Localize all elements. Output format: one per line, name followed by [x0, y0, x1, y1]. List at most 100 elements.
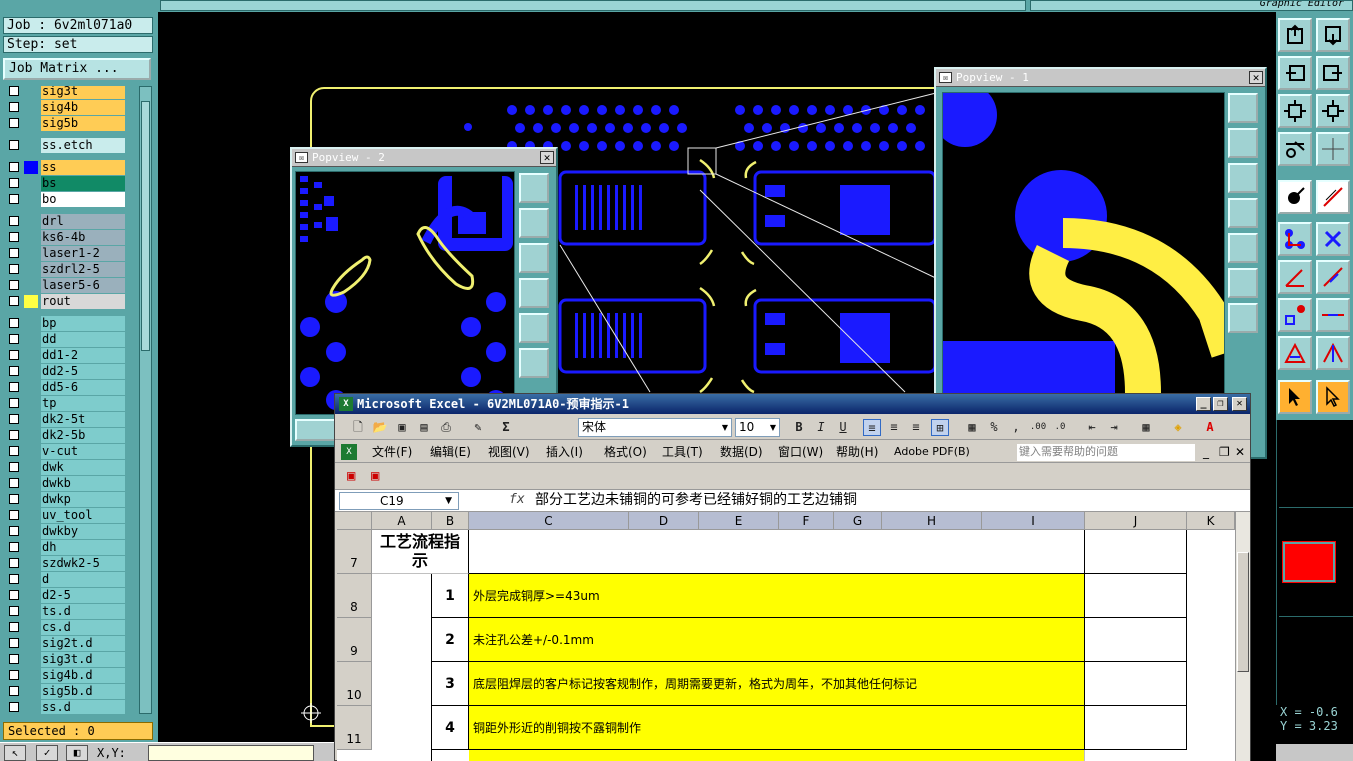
cell-j[interactable]: [1085, 706, 1187, 750]
popview-up-icon[interactable]: [1228, 128, 1258, 158]
add-line-icon[interactable]: [1316, 180, 1350, 214]
popview-fit-icon[interactable]: [519, 348, 549, 378]
convert-pdf-icon[interactable]: ▣: [347, 468, 363, 486]
popview-zoom-icon[interactable]: [519, 173, 549, 203]
popview-home-icon[interactable]: [1228, 303, 1258, 333]
add-feature-icon[interactable]: [1278, 180, 1312, 214]
column-header[interactable]: D: [629, 512, 699, 530]
connect-icon[interactable]: [1278, 222, 1312, 256]
column-header[interactable]: B: [432, 512, 469, 530]
currency-icon[interactable]: ▦: [963, 419, 981, 436]
overview-viewport[interactable]: [1282, 541, 1336, 583]
help-search-input[interactable]: 键入需要帮助的问题: [1017, 444, 1195, 461]
align-center-icon[interactable]: ≡: [885, 419, 903, 436]
convert-pdf-email-icon[interactable]: ▣: [371, 468, 387, 486]
select-arrow-icon[interactable]: [1278, 380, 1312, 414]
close-button[interactable]: ✕: [1232, 397, 1247, 411]
popview-down-icon[interactable]: [1228, 163, 1258, 193]
doc-restore-button[interactable]: ❐: [1219, 444, 1230, 460]
instruction-cell[interactable]: 底层阻焊层的客户标记按客规制作，周期需要更新，格式为周年，不加其他任何标记: [469, 662, 1085, 706]
instruction-cell[interactable]: 外层完成铜厚>=43um: [469, 574, 1085, 618]
row-header[interactable]: 11: [337, 706, 372, 750]
align-right-icon[interactable]: ≡: [907, 419, 925, 436]
minimize-button[interactable]: _: [1196, 397, 1211, 411]
menu-data[interactable]: 数据(D): [720, 444, 763, 460]
font-name-select[interactable]: 宋体 ▼: [578, 418, 732, 437]
popview-1-titlebar[interactable]: ☒ Popview - 1 ✕: [936, 69, 1265, 87]
menu-edit[interactable]: 编辑(E): [430, 444, 471, 460]
cell-j[interactable]: [1085, 662, 1187, 706]
popview-up-icon[interactable]: [519, 208, 549, 238]
measure-icon[interactable]: [1278, 132, 1312, 166]
font-color-icon[interactable]: A: [1201, 419, 1219, 436]
restore-button[interactable]: ❐: [1213, 397, 1228, 411]
popview-left-icon[interactable]: [1228, 198, 1258, 228]
spreadsheet-grid[interactable]: A B C D E F G H I J K 7 8 9 10 11 工艺流程指示 1 外层完成铜厚>=43um 2 未注…: [337, 512, 1235, 761]
increase-decimal-icon[interactable]: .00: [1029, 419, 1047, 436]
cell-j[interactable]: [1085, 574, 1187, 618]
horizontal-line-icon[interactable]: [1316, 298, 1350, 332]
decrease-indent-icon[interactable]: ⇤: [1083, 419, 1101, 436]
increase-indent-icon[interactable]: ⇥: [1105, 419, 1123, 436]
close-icon[interactable]: ✕: [1249, 71, 1263, 84]
popview-2-titlebar[interactable]: ☒ Popview - 2 ✕: [292, 149, 556, 167]
layer-up-button[interactable]: [1278, 18, 1312, 52]
column-header[interactable]: I: [982, 512, 1085, 530]
doc-minimize-button[interactable]: _: [1203, 444, 1209, 460]
slope-icon[interactable]: [1316, 260, 1350, 294]
borders-icon[interactable]: ▦: [1137, 419, 1155, 436]
function-icon[interactable]: fx: [509, 492, 525, 507]
pan-left-button[interactable]: [1278, 56, 1312, 90]
row-header[interactable]: 9: [337, 618, 372, 662]
select-all-corner[interactable]: [337, 512, 372, 530]
doc-close-button[interactable]: ✕: [1235, 444, 1245, 460]
name-box[interactable]: C19 ▼: [339, 492, 459, 510]
sheet-scrollbar[interactable]: [1235, 512, 1250, 761]
scrollbar-thumb[interactable]: [1237, 552, 1249, 672]
save-icon[interactable]: ▣: [393, 419, 411, 436]
menu-view[interactable]: 视图(V): [488, 444, 530, 460]
delete-icon[interactable]: [1316, 222, 1350, 256]
new-file-icon[interactable]: 🗋: [349, 419, 367, 436]
popview-down-icon[interactable]: [519, 243, 549, 273]
popview-zoom-icon[interactable]: [1228, 93, 1258, 123]
bold-icon[interactable]: B: [790, 419, 808, 436]
select-arrow-alt-icon[interactable]: [1316, 380, 1350, 414]
pan-right-button[interactable]: [1316, 56, 1350, 90]
merged-cell-a[interactable]: [372, 574, 432, 761]
column-header[interactable]: E: [699, 512, 779, 530]
column-header[interactable]: C: [469, 512, 629, 530]
overview-navigator[interactable]: [1276, 420, 1353, 705]
column-header[interactable]: H: [882, 512, 982, 530]
column-header[interactable]: K: [1187, 512, 1235, 530]
row-header[interactable]: 10: [337, 662, 372, 706]
pad-icon[interactable]: [1278, 298, 1312, 332]
triangle-icon[interactable]: [1278, 336, 1312, 370]
popview-2-canvas[interactable]: [295, 171, 515, 415]
menu-file[interactable]: 文件(F): [372, 444, 412, 460]
close-icon[interactable]: ✕: [540, 151, 554, 164]
decrease-decimal-icon[interactable]: .0: [1051, 419, 1069, 436]
menu-adobe-pdf[interactable]: Adobe PDF(B): [894, 444, 970, 460]
popview-fit-icon[interactable]: [1228, 268, 1258, 298]
layer-down-button[interactable]: [1316, 18, 1350, 52]
pdf-icon[interactable]: ▤: [415, 419, 433, 436]
popview-right-icon[interactable]: [1228, 233, 1258, 263]
instruction-cell[interactable]: 未注孔公差+/-0.1mm: [469, 618, 1085, 662]
fill-color-icon[interactable]: ◈: [1169, 419, 1187, 436]
menu-window[interactable]: 窗口(W): [778, 444, 823, 460]
angle-icon[interactable]: [1278, 260, 1312, 294]
popview-left-icon[interactable]: [519, 278, 549, 308]
formula-input[interactable]: 部分工艺边未铺铜的可参考已经铺好铜的工艺边铺铜: [535, 491, 857, 509]
print-icon[interactable]: ⎙: [437, 419, 455, 436]
column-header[interactable]: A: [372, 512, 432, 530]
underline-icon[interactable]: U: [834, 419, 852, 436]
column-header[interactable]: J: [1085, 512, 1187, 530]
popview-right-icon[interactable]: [519, 313, 549, 343]
autosum-icon[interactable]: Σ: [497, 419, 515, 436]
italic-icon[interactable]: I: [812, 419, 830, 436]
header-cell[interactable]: [469, 530, 1085, 574]
open-folder-icon[interactable]: 📂: [371, 419, 389, 436]
peak-icon[interactable]: [1316, 336, 1350, 370]
column-header[interactable]: F: [779, 512, 834, 530]
